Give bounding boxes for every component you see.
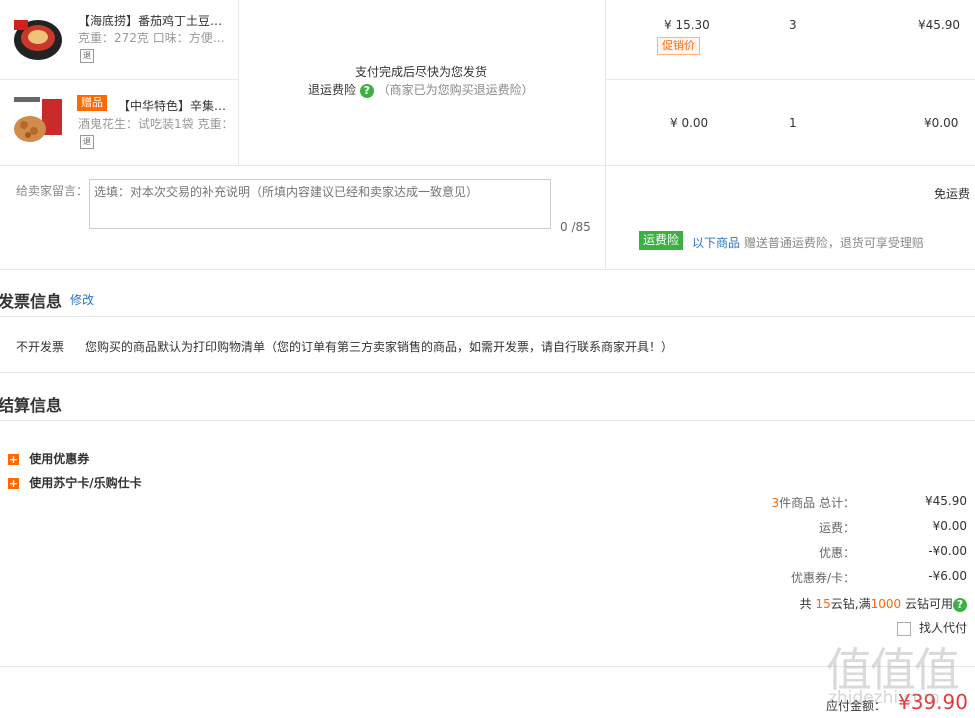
goods-link[interactable]: 以下商品 [692, 236, 740, 250]
diamond-suffix: 云钻可用 [904, 597, 953, 611]
invoice-edit-link[interactable]: 修改 [70, 291, 94, 308]
insurance-label: 退运费险 [308, 83, 357, 97]
product-spec: 克重：272克 口味：方便米饭 [78, 31, 234, 45]
card-toggle[interactable]: + 使用苏宁卡/乐购仕卡 [8, 474, 142, 491]
help-icon[interactable]: ? [359, 83, 374, 98]
divider [0, 316, 975, 317]
divider [605, 0, 606, 269]
total-label-text: 件商品 总计： [779, 496, 855, 510]
shipping-insurance-badge: 运费险 [639, 231, 684, 250]
discount-value: -¥0.00 [928, 544, 967, 558]
proxy-pay-label: 找人代付 [918, 621, 967, 635]
seller-message-input[interactable] [89, 179, 551, 229]
divider [605, 79, 975, 80]
gift-badge: 赠品 [77, 95, 107, 111]
invoice-note: 您购买的商品默认为打印购物清单（您的订单有第三方卖家销售的商品，如需开发票，请自… [85, 340, 674, 354]
product-spec: 酒鬼花生：试吃装1袋 克重： [78, 117, 234, 131]
divider [0, 79, 238, 80]
invoice-title: 发票信息 [0, 292, 63, 311]
insurance-note: （商家已为您购买退运费险） [377, 83, 534, 97]
expand-icon: + [8, 453, 19, 466]
total-value: ¥45.90 [925, 494, 967, 508]
unit-price: ¥ 0.00 [670, 116, 709, 130]
return-icon: 退 [80, 49, 94, 63]
unit-price: ¥ 15.30 [664, 18, 710, 32]
quantity: 3 [789, 18, 797, 32]
settlement-title: 结算信息 [0, 396, 63, 415]
shipping-note-text: 赠送普通运费险，退货可享受理赔 [743, 236, 924, 250]
shipping-note: 以下商品 赠送普通运费险，退货可享受理赔 [692, 234, 924, 251]
cloud-diamond-info: 共 15云钻,满1000 云钻可用? [800, 595, 967, 612]
message-counter: 0 /85 [560, 220, 591, 234]
shipping-label: 运费： [818, 521, 855, 535]
coupon-toggle[interactable]: + 使用优惠券 [8, 450, 89, 467]
invoice-type: 不开发票 [16, 340, 65, 354]
product-title[interactable]: 【海底捞】番茄鸡丁土豆方便自热米饭 [78, 12, 234, 29]
diamond-threshold: 1000 [870, 597, 902, 611]
total-label: 3件商品 总计： [772, 494, 855, 511]
expand-icon: + [8, 477, 19, 490]
divider [0, 372, 975, 373]
coupon-label: 使用优惠券 [29, 452, 90, 466]
product-thumbnail[interactable] [12, 12, 64, 64]
return-insurance: 退运费险 ? （商家已为您购买退运费险） [308, 81, 534, 98]
product-title[interactable]: 【中华特色】辛集馆酒鬼花生 [118, 97, 236, 114]
ship-note: 支付完成后尽快为您发货 [355, 65, 488, 79]
discount-label: 优惠： [818, 546, 855, 560]
free-shipping: 免运费 [934, 187, 971, 201]
help-icon[interactable]: ? [953, 597, 967, 612]
voucher-value: -¥6.00 [928, 569, 967, 583]
divider [0, 420, 975, 421]
message-label: 给卖家留言： [16, 184, 89, 198]
item-subtotal: ¥45.90 [918, 18, 960, 32]
diamond-mid: 云钻,满 [830, 597, 871, 611]
return-icon: 退 [80, 135, 94, 149]
watermark-site: zhidezhi.com [828, 688, 940, 708]
promo-badge: 促销价 [657, 37, 700, 55]
divider [238, 0, 239, 165]
voucher-label: 优惠券/卡： [790, 571, 855, 585]
diamond-prefix: 共 [799, 597, 812, 611]
divider [0, 269, 975, 270]
item-subtotal: ¥0.00 [924, 116, 959, 130]
shipping-value: ¥0.00 [932, 519, 967, 533]
card-label: 使用苏宁卡/乐购仕卡 [29, 476, 142, 490]
quantity: 1 [789, 116, 797, 130]
diamond-count: 15 [815, 597, 831, 611]
divider [0, 165, 975, 166]
product-thumbnail[interactable] [12, 95, 64, 147]
